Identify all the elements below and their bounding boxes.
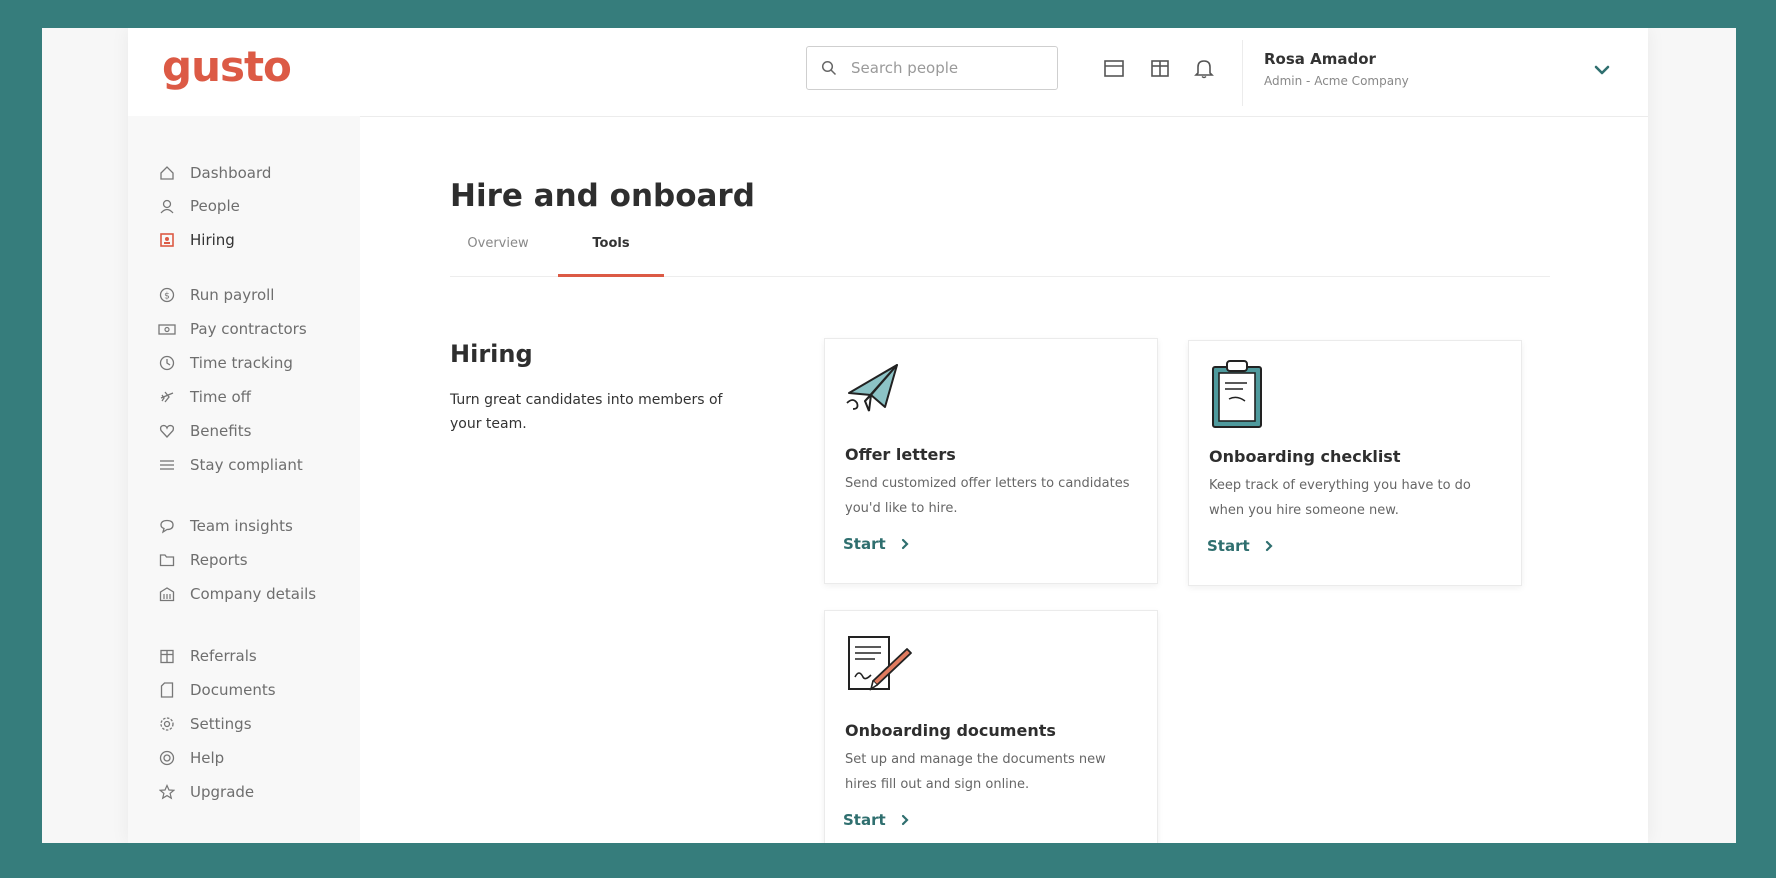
section-description: Turn great candidates into members of yo… [450,392,723,432]
sidebar-item-help[interactable]: Help [158,744,224,772]
tab-overview[interactable]: Overview [450,236,546,274]
star-icon [158,783,176,801]
sidebar-item-documents[interactable]: Documents [158,676,276,704]
money-icon [158,320,176,338]
card-title: Onboarding checklist [1209,447,1401,466]
onboarding-documents-start-button[interactable]: Start [843,811,910,829]
plane-icon [158,388,176,406]
sidebar-item-upgrade[interactable]: Upgrade [158,778,254,806]
sidebar-item-label: Time off [190,388,251,406]
sidebar-item-stay-compliant[interactable]: Stay compliant [158,451,303,479]
sidebar-item-label: Referrals [190,647,257,665]
offer-letters-start-button[interactable]: Start [843,535,910,553]
sidebar-item-label: Company details [190,585,317,603]
onboarding-documents-card[interactable]: Onboarding documents Set up and manage t… [824,610,1158,843]
sidebar-item-people[interactable]: People [158,192,240,220]
top-header: gusto Rosa Amador Admin - Acme Company [128,28,1648,117]
sidebar-item-label: Settings [190,715,252,733]
header-divider [1242,40,1243,106]
bell-icon[interactable] [1192,56,1216,80]
onboarding-checklist-start-button[interactable]: Start [1207,537,1274,555]
sidebar-item-time-tracking[interactable]: Time tracking [158,349,293,377]
start-label: Start [843,811,886,829]
folder-icon [158,551,176,569]
people-icon [158,197,176,215]
gift-icon [158,647,176,665]
list-icon [158,456,176,474]
sidebar-item-hiring[interactable]: Hiring [158,226,235,254]
sidebar-item-label: Dashboard [190,164,272,182]
gift-icon[interactable] [1148,56,1172,80]
start-label: Start [1207,537,1250,555]
dollar-icon: $ [158,286,176,304]
sidebar-item-label: Benefits [190,422,252,440]
start-label: Start [843,535,886,553]
app-window: gusto Rosa Amador Admin - Acme Company D… [128,28,1648,843]
card-description: Keep track of everything you have to do … [1209,478,1471,518]
sidebar-item-label: Reports [190,551,248,569]
sidebar-item-label: Run payroll [190,286,275,304]
sidebar-item-run-payroll[interactable]: $ Run payroll [158,281,274,309]
chevron-right-icon [1264,540,1274,552]
building-icon [158,585,176,603]
clock-icon [158,354,176,372]
card-title: Onboarding documents [845,721,1056,740]
chevron-right-icon [900,538,910,550]
clipboard-icon [1209,359,1269,428]
paper-plane-icon [845,359,905,419]
onboarding-checklist-card[interactable]: Onboarding checklist Keep track of every… [1188,340,1522,586]
sidebar-item-label: Help [190,749,225,767]
chat-icon [158,517,176,535]
sidebar-item-benefits[interactable]: Benefits [158,417,251,445]
sidebar-item-label: Team insights [190,517,293,535]
sidebar-item-label: Hiring [190,231,235,249]
sidebar-item-settings[interactable]: Settings [158,710,252,738]
chevron-right-icon [900,814,910,826]
sidebar-item-label: Time tracking [190,354,293,372]
sidebar-item-label: Pay contractors [190,320,307,338]
user-name[interactable]: Rosa Amador [1264,50,1376,68]
sidebar-nav: Dashboard People Hiring $ Run payroll Pa… [128,116,360,843]
sidebar-item-time-off[interactable]: Time off [158,383,251,411]
document-icon [158,681,176,699]
user-role: Admin - Acme Company [1264,74,1409,88]
card-title: Offer letters [845,445,956,464]
help-icon [158,749,176,767]
card-description: Set up and manage the documents new hire… [845,752,1106,792]
sidebar-item-company-details[interactable]: Company details [158,580,316,608]
sidebar-item-label: People [190,197,240,215]
tab-bar: Overview Tools [450,236,1550,277]
calendar-icon[interactable] [1102,56,1126,80]
home-icon [158,164,176,182]
sidebar-item-reports[interactable]: Reports [158,546,248,574]
sidebar-item-label: Upgrade [190,783,255,801]
gear-icon [158,715,176,733]
signed-document-icon [845,633,912,693]
sidebar-item-label: Stay compliant [190,456,303,474]
sidebar-item-pay-contractors[interactable]: Pay contractors [158,315,307,343]
background-frame: gusto Rosa Amador Admin - Acme Company D… [42,28,1736,843]
card-description: Send customized offer letters to candida… [845,476,1130,516]
sidebar-item-referrals[interactable]: Referrals [158,642,257,670]
heart-icon [158,422,176,440]
chevron-down-icon[interactable] [1590,58,1614,82]
gusto-logo[interactable]: gusto [162,42,292,91]
tab-tools[interactable]: Tools [558,236,664,277]
sidebar-item-dashboard[interactable]: Dashboard [158,159,271,187]
search-box[interactable] [806,46,1058,90]
search-icon [821,59,839,77]
svg-text:$: $ [164,292,170,302]
search-input[interactable] [849,58,1043,78]
page-title: Hire and onboard [450,178,755,214]
sidebar-item-label: Documents [190,681,276,699]
hiring-icon [158,231,176,249]
section-title: Hiring [450,340,533,368]
sidebar-item-team-insights[interactable]: Team insights [158,512,293,540]
offer-letters-card[interactable]: Offer letters Send customized offer lett… [824,338,1158,584]
